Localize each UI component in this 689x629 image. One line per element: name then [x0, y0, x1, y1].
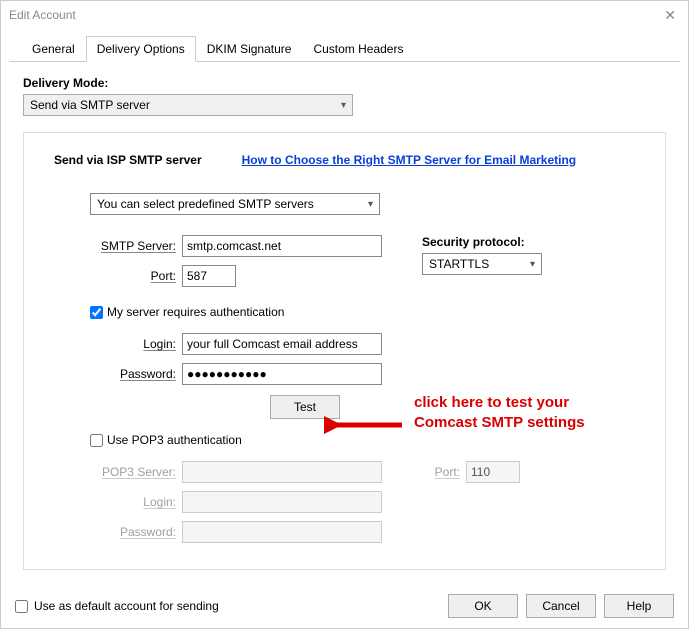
- smtp-server-label: SMTP Server:: [90, 239, 182, 253]
- pop3-auth-label: Use POP3 authentication: [107, 433, 242, 447]
- predefined-smtp-value: You can select predefined SMTP servers: [97, 197, 314, 211]
- section-title: Send via ISP SMTP server: [54, 153, 202, 167]
- window-title: Edit Account: [9, 8, 76, 22]
- pop3-login-label: Login:: [90, 495, 182, 509]
- password-label: Password:: [90, 367, 182, 381]
- tab-custom-headers[interactable]: Custom Headers: [302, 36, 414, 62]
- auth-required-label: My server requires authentication: [107, 305, 284, 319]
- pop3-server-input: [182, 461, 382, 483]
- delivery-mode-label: Delivery Mode:: [23, 76, 666, 90]
- tab-delivery-options[interactable]: Delivery Options: [86, 36, 196, 62]
- delivery-mode-value: Send via SMTP server: [30, 98, 150, 112]
- predefined-smtp-select[interactable]: You can select predefined SMTP servers ▾: [90, 193, 380, 215]
- login-label: Login:: [90, 337, 182, 351]
- pop3-port-label: Port:: [426, 465, 466, 479]
- delivery-mode-select[interactable]: Send via SMTP server ▾: [23, 94, 353, 116]
- help-link[interactable]: How to Choose the Right SMTP Server for …: [242, 153, 577, 167]
- pop3-password-input: [182, 521, 382, 543]
- smtp-port-input[interactable]: [182, 265, 236, 287]
- callout-text: click here to test your Comcast SMTP set…: [414, 393, 624, 432]
- chevron-down-icon: ▾: [530, 259, 535, 270]
- help-button[interactable]: Help: [604, 594, 674, 618]
- pop3-server-label: POP3 Server:: [90, 465, 182, 479]
- ok-button[interactable]: OK: [448, 594, 518, 618]
- security-protocol-value: STARTTLS: [429, 257, 489, 271]
- smtp-port-label: Port:: [90, 269, 182, 283]
- pop3-port-input: [466, 461, 520, 483]
- chevron-down-icon: ▾: [341, 100, 346, 111]
- default-account-checkbox[interactable]: [15, 600, 28, 613]
- tab-content: Delivery Mode: Send via SMTP server ▾ Se…: [1, 62, 688, 584]
- close-icon[interactable]: ✕: [660, 7, 680, 24]
- login-input[interactable]: [182, 333, 382, 355]
- smtp-fieldset: Send via ISP SMTP server How to Choose t…: [23, 132, 666, 570]
- tabstrip: General Delivery Options DKIM Signature …: [9, 29, 680, 62]
- pop3-login-input: [182, 491, 382, 513]
- bottom-bar: Use as default account for sending OK Ca…: [1, 584, 688, 628]
- pop3-password-label: Password:: [90, 525, 182, 539]
- auth-required-checkbox[interactable]: [90, 306, 103, 319]
- tab-dkim-signature[interactable]: DKIM Signature: [196, 36, 303, 62]
- tab-general[interactable]: General: [21, 36, 86, 62]
- default-account-label: Use as default account for sending: [34, 599, 219, 613]
- edit-account-window: Edit Account ✕ General Delivery Options …: [0, 0, 689, 629]
- security-protocol-select[interactable]: STARTTLS ▾: [422, 253, 542, 275]
- arrow-icon: [324, 411, 404, 439]
- password-input[interactable]: [182, 363, 382, 385]
- security-protocol-label: Security protocol:: [422, 235, 542, 249]
- chevron-down-icon: ▾: [368, 199, 373, 210]
- titlebar: Edit Account ✕: [1, 1, 688, 29]
- smtp-server-input[interactable]: [182, 235, 382, 257]
- pop3-auth-checkbox[interactable]: [90, 434, 103, 447]
- cancel-button[interactable]: Cancel: [526, 594, 596, 618]
